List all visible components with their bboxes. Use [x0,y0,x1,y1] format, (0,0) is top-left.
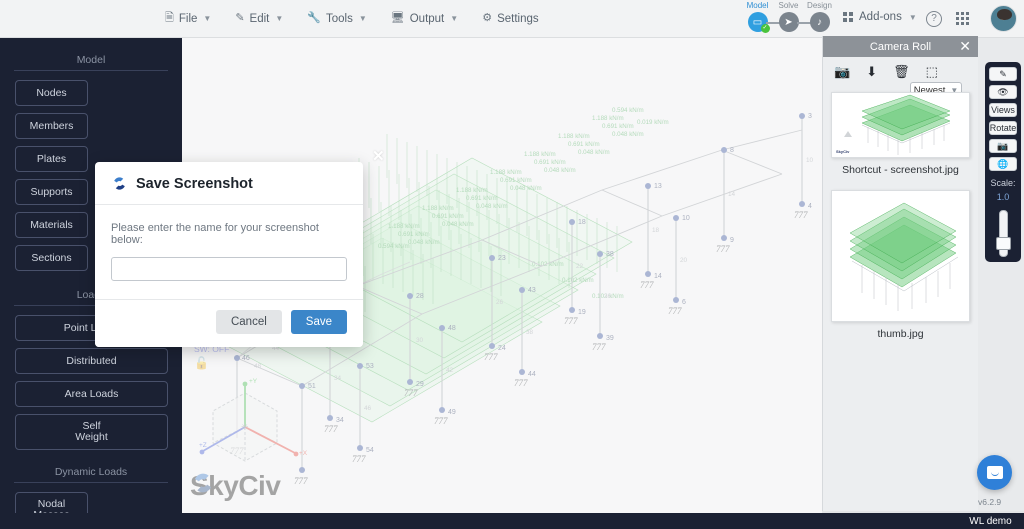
bottom-bar [0,513,1024,529]
save-button[interactable]: Save [290,310,347,334]
main-menu: 🗎 File ▼ ✎ Edit ▼ 🔧 Tools ▼ 🖥 Output ▼ ⚙ [162,9,542,29]
monitor-icon: 🖥 [390,12,405,24]
workflow-design-label: Design [807,1,832,10]
workflow-model-label: Model [746,1,769,10]
sidebar-item-supports[interactable]: Supports [15,179,88,205]
screenshot-name-input[interactable] [111,257,347,281]
scale-slider-knob[interactable] [995,237,1011,250]
menu-edit-label: Edit [249,12,270,25]
pencil-icon[interactable]: ✎ [989,67,1017,81]
sidebar-item-nodes[interactable]: Nodes [15,80,88,106]
dialog-body: Please enter the name for your screensho… [95,205,363,299]
dialog-footer: Cancel Save [95,299,363,347]
sidebar-section-model-title: Model [76,54,106,66]
dialog-header: Save Screenshot [95,162,363,205]
menu-tools[interactable]: 🔧 Tools ▼ [304,9,369,29]
sidebar-item-materials[interactable]: Materials [15,212,88,238]
gear-icon: ⚙ [482,12,493,24]
divider [14,70,168,71]
workflow-step-design[interactable]: Design ♪ [804,1,835,32]
globe-icon[interactable]: 🌐 [989,157,1017,171]
eye-icon[interactable]: 👁 [989,85,1017,99]
select-all-icon[interactable]: ⬚ [926,65,938,78]
footer-label: WL demo [957,513,1024,529]
solve-icon[interactable]: ➤ [778,12,799,32]
skyciv-logo-icon [114,177,125,190]
sidebar-section-dynamic-title: Dynamic Loads [54,466,128,478]
design-icon[interactable]: ♪ [809,12,830,32]
trash-icon[interactable]: 🗑 [893,65,910,78]
chevron-down-icon: ▼ [908,12,917,22]
user-avatar[interactable] [990,5,1017,32]
close-icon[interactable]: ✕ [372,147,385,165]
wrench-icon: 🔧 [307,12,321,24]
thumbnail-watermark: SkyCiv [836,149,850,154]
cancel-button[interactable]: Cancel [215,310,282,334]
sidebar-item-distributed[interactable]: Distributed [15,348,168,374]
view-toolbar: ✎ 👁 Views Rotate 📷 🌐 Scale: 1.0 [985,62,1021,262]
dialog-prompt: Please enter the name for your screensho… [111,222,319,246]
camera-roll-header: Camera Roll ✕ [823,36,978,57]
grid-squares-icon [843,12,853,22]
chevron-down-icon: ▼ [358,14,367,23]
list-item[interactable]: SkyCiv Shortcut - screenshot.jpg [831,92,970,176]
thumbnail-model-image [849,202,959,311]
menu-output-label: Output [409,12,445,25]
camera-icon[interactable]: 📷 [989,139,1017,153]
menu-edit[interactable]: ✎ Edit ▼ [232,9,286,29]
apps-grid-icon[interactable] [956,12,969,25]
camera-roll-items: SkyCiv Shortcut - screenshot.jpg thumb.j… [823,78,978,340]
top-menu-bar: 🗎 File ▼ ✎ Edit ▼ 🔧 Tools ▼ 🖥 Output ▼ ⚙ [0,0,1024,38]
sidebar-item-plates[interactable]: Plates [15,146,88,172]
thumbnail-preview[interactable] [831,190,970,322]
chevron-down-icon: ▼ [203,14,212,23]
save-screenshot-dialog: Save Screenshot Please enter the name fo… [95,162,363,347]
rotate-button[interactable]: Rotate [989,121,1017,135]
menu-file[interactable]: 🗎 File ▼ [162,9,214,29]
camera-roll-panel: Camera Roll ✕ 📷 ⬇ 🗑 ⬚ Newest ▼ SkyCiv Sh… [822,36,978,511]
chevron-down-icon: ▼ [275,14,284,23]
sidebar-item-sections[interactable]: Sections [15,245,88,271]
model-icon[interactable]: ▭ ✓ [747,12,770,33]
file-icon: 🗎 [165,12,174,24]
menu-file-label: File [178,12,198,25]
addons-label: Add-ons [859,11,902,23]
addons-dropdown[interactable]: Add-ons ▼ [843,11,917,23]
thumbnail-preview[interactable]: SkyCiv [831,92,970,158]
sidebar-item-area-loads[interactable]: Area Loads [15,381,168,407]
workflow-solve-label: Solve [778,1,799,10]
thumbnail-filename: Shortcut - screenshot.jpg [842,164,959,176]
camera-roll-toolbar: 📷 ⬇ 🗑 ⬚ [823,57,978,78]
workflow-step-model[interactable]: Model ▭ ✓ [742,1,784,33]
dialog-title: Save Screenshot [136,175,253,192]
sidebar-item-members[interactable]: Members [15,113,88,139]
scale-slider[interactable] [995,210,1011,257]
scale-value: 1.0 [996,192,1010,202]
scale-label: Scale: [990,178,1016,188]
download-icon[interactable]: ⬇ [866,65,877,78]
sidebar-item-self-weight[interactable]: Self Weight [15,414,168,450]
chevron-down-icon: ▼ [450,14,459,23]
workflow-steps: Model ▭ ✓ Solve ➤ Design ♪ [742,1,835,33]
camera-roll-title: Camera Roll [869,40,932,53]
check-icon: ✓ [760,24,770,33]
menu-settings-label: Settings [497,12,539,25]
close-icon[interactable]: ✕ [959,38,971,54]
workflow-step-solve[interactable]: Solve ➤ [773,1,815,32]
divider [14,482,168,483]
chat-icon [986,466,1003,479]
app-version: v6.2.9 [978,497,1002,507]
thumbnail-filename: thumb.jpg [877,328,924,340]
question-mark-icon[interactable]: ? [926,11,942,27]
views-button[interactable]: Views [989,103,1017,117]
camera-icon[interactable]: 📷 [834,65,850,78]
thumbnail-model-image [844,94,951,155]
chat-support-button[interactable] [977,455,1012,490]
list-item[interactable]: thumb.jpg [831,190,970,340]
pencil-icon: ✎ [235,12,245,24]
menu-tools-label: Tools [325,12,353,25]
menu-settings[interactable]: ⚙ Settings [479,9,541,29]
menu-output[interactable]: 🖥 Output ▼ [388,9,461,29]
